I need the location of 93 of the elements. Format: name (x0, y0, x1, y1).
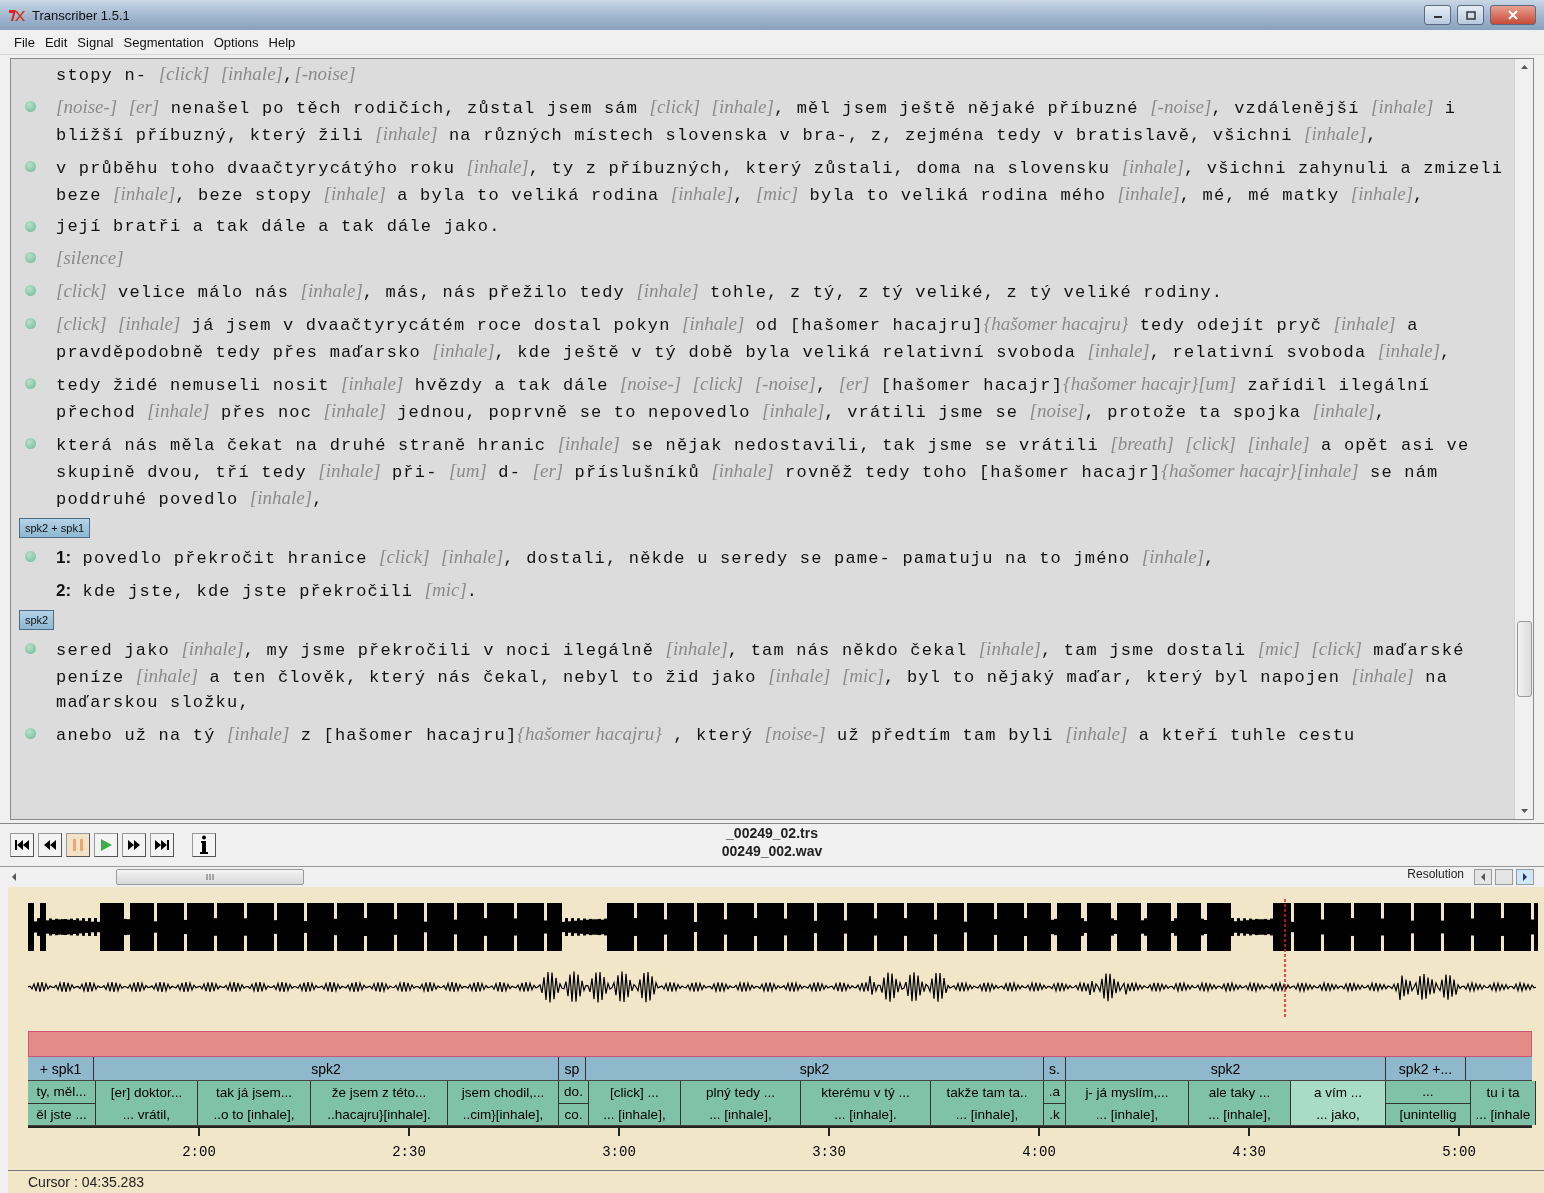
speaker-cell[interactable]: + spk1 (28, 1057, 94, 1080)
menu-item[interactable]: File (10, 32, 39, 52)
fast-forward-button[interactable] (122, 833, 146, 857)
segment-cell[interactable]: tu i ta ... [inhale (1471, 1081, 1536, 1125)
scroll-left-icon (1480, 873, 1486, 881)
time-tick-label: 2:30 (392, 1144, 426, 1160)
segment-cell[interactable]: a vím ... ... jako, (1291, 1081, 1386, 1125)
maximize-button[interactable] (1457, 5, 1484, 25)
segment-cell[interactable]: ale taky ... ... [inhale], (1189, 1081, 1291, 1125)
segment-cell[interactable]: ty, měl... ěl jste ... (28, 1081, 96, 1125)
scroll-left-icon (10, 872, 18, 882)
info-button[interactable] (192, 833, 216, 857)
pause-button[interactable] (66, 833, 90, 857)
info-icon (198, 835, 210, 855)
time-tick-label: 3:00 (602, 1144, 636, 1160)
time-tick-label: 5:00 (1442, 1144, 1476, 1160)
segment-marker-icon[interactable] (25, 252, 36, 263)
time-tick-label: 2:00 (182, 1144, 216, 1160)
speaker-cell[interactable]: spk2 (586, 1057, 1044, 1080)
grip-icon (205, 874, 215, 880)
maximize-icon (1465, 10, 1476, 20)
vertical-scrollbar[interactable] (1514, 59, 1533, 819)
segment-cell[interactable]: do. co. (559, 1081, 589, 1125)
resolution-slider-thumb[interactable] (1495, 869, 1513, 885)
speaker-cell (1466, 1057, 1532, 1080)
pause-icon (70, 838, 86, 852)
cursor-position: Cursor : 04:35.283 (28, 1174, 144, 1190)
resolution-increase-button[interactable] (1516, 869, 1534, 885)
rewind-button[interactable] (38, 833, 62, 857)
transcript-paragraph: stopy n- [click] [inhale],[-noise] (56, 62, 357, 87)
segment-cell[interactable]: .a .k (1044, 1081, 1066, 1125)
resolution-label: Resolution (1407, 867, 1464, 881)
menu-item[interactable]: Segmentation (119, 32, 208, 52)
segment-marker-icon[interactable] (25, 101, 36, 112)
transcript-paragraph: její bratři a tak dále a tak dále jako. (56, 216, 502, 238)
transcript-paragraph: 1: povedlo překročit hranice [click] [inhale], dostali, někde u seredy se pame- pamatuju na to jméno [inhale], (56, 545, 1217, 570)
transcript-paragraph: která nás měla čekat na druhé straně hranic [inhale] se nějak nedostavili, tak jsme se vrátili [breath] [click] [inhale] a opět asi ve skupině dvou, tří tedy [inhale] při- [um] d- [er] příslušníků [inhale] rovněž tedy toho [hašomer hacajr]{hašomer hacajr}[inhale] se nám poddruhé povedlo [inhale], (56, 432, 1471, 511)
segment-cell[interactable]: j- já myslím,... ... [inhale], (1066, 1081, 1189, 1125)
menu-item[interactable]: Edit (40, 32, 72, 52)
skip-back-icon (14, 838, 30, 852)
segment-cell[interactable]: že jsem z této... ..hacajru}[inhale]. (311, 1081, 448, 1125)
segment-marker-icon[interactable] (25, 378, 36, 389)
skip-to-start-button[interactable] (10, 833, 34, 857)
segment-cell[interactable]: plný tedy ... ... [inhale], (681, 1081, 801, 1125)
rewind-icon (42, 838, 58, 852)
segment-cell[interactable]: kterému v tý ... ... [inhale]. (801, 1081, 931, 1125)
speaker-cell[interactable]: sp (559, 1057, 586, 1080)
time-tick-label: 4:30 (1232, 1144, 1266, 1160)
segment-cell[interactable]: [er] doktor... ... vrátil, (96, 1081, 198, 1125)
transcript-paragraph: [click] velice málo nás [inhale], más, nás přežilo tedy [inhale] tohle, z tý, z tý veliké, z tý veliké rodiny. (56, 279, 1225, 304)
speaker-cell[interactable]: spk2 (94, 1057, 559, 1080)
segment-marker-icon[interactable] (25, 318, 36, 329)
segment-cell[interactable]: jsem chodil,... ..cim}[inhale], (448, 1081, 559, 1125)
transcript-paragraph: [silence] (56, 246, 125, 270)
play-icon (98, 838, 114, 852)
transcript-filename: _00249_02.trs (726, 824, 818, 842)
transcript-paragraph: 2: kde jste, kde jste překročili [mic]. (56, 578, 480, 603)
menu-item[interactable]: Options (209, 32, 263, 52)
segment-marker-icon[interactable] (25, 551, 36, 562)
segment-cell[interactable]: takže tam ta.. ... [inhale], (931, 1081, 1044, 1125)
fast-forward-icon (126, 838, 142, 852)
speaker-cell[interactable]: spk2 +... (1386, 1057, 1466, 1080)
speaker-button[interactable]: spk2 (19, 610, 55, 630)
time-tick-label: 3:30 (812, 1144, 846, 1160)
close-icon (1508, 10, 1518, 20)
segment-marker-icon[interactable] (25, 728, 36, 739)
audio-filename: 00249_002.wav (721, 842, 823, 860)
segment-cell[interactable]: ... [unintellig (1386, 1081, 1471, 1125)
skip-to-end-button[interactable] (150, 833, 174, 857)
resolution-decrease-button[interactable] (1474, 869, 1492, 885)
minimize-button[interactable] (1424, 5, 1451, 25)
segment-cell[interactable]: [click] ... ... [inhale], (589, 1081, 681, 1125)
segment-cell[interactable]: tak já jsem... ..o to [inhale], (198, 1081, 311, 1125)
skip-forward-icon (154, 838, 170, 852)
segment-marker-icon[interactable] (25, 285, 36, 296)
scroll-right-icon (1522, 873, 1528, 881)
speaker-cell[interactable]: s. (1044, 1057, 1066, 1080)
time-tick-label: 4:00 (1022, 1144, 1056, 1160)
menu-item[interactable]: Help (264, 32, 300, 52)
transcript-paragraph: anebo už na tý [inhale] z [hašomer hacajru]{hašomer hacajru} , který [noise-] už předtím tam byli [inhale] a kteří tuhle cestu (56, 722, 1357, 747)
menu-item[interactable]: Signal (73, 32, 118, 52)
scrollbar-thumb[interactable] (116, 869, 304, 885)
app-logo-icon (8, 8, 26, 22)
window-title: Transcriber 1.5.1 (32, 7, 130, 23)
segment-marker-icon[interactable] (25, 438, 36, 449)
segment-marker-icon[interactable] (25, 161, 36, 172)
play-button[interactable] (94, 833, 118, 857)
scrollbar-thumb[interactable] (1516, 621, 1532, 697)
speaker-button[interactable]: spk2 + spk1 (19, 518, 90, 538)
close-button[interactable] (1490, 5, 1536, 25)
speaker-cell[interactable]: spk2 (1066, 1057, 1386, 1080)
segment-marker-icon[interactable] (25, 643, 36, 654)
segment-marker-icon[interactable] (25, 221, 36, 232)
